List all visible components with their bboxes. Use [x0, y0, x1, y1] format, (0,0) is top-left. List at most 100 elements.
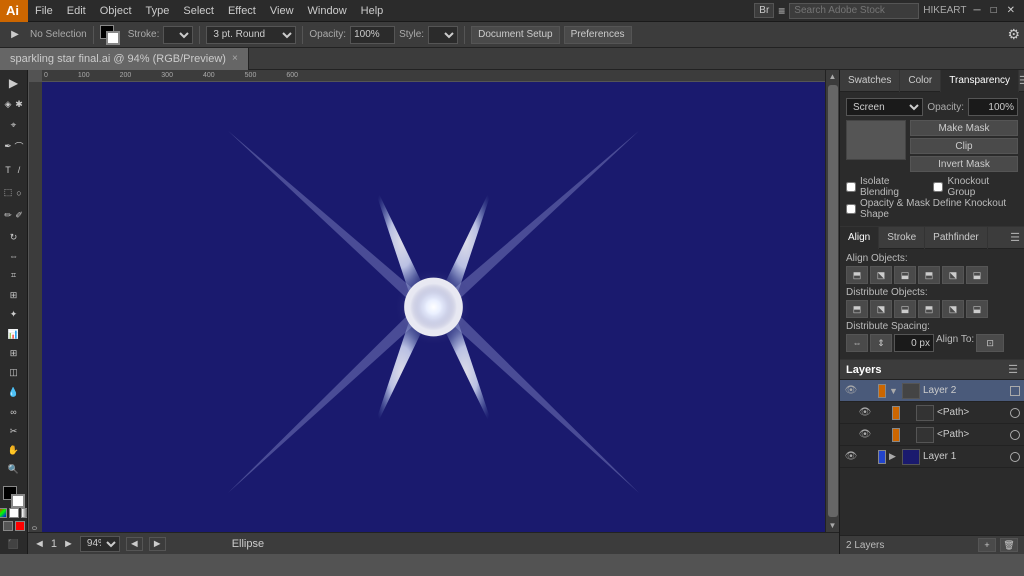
symbol-sprayer[interactable]: ✦ — [3, 305, 25, 323]
opacity-mask-checkbox[interactable] — [846, 204, 856, 214]
invert-mask-button[interactable]: Invert Mask — [910, 156, 1018, 172]
vscroll-thumb[interactable] — [828, 85, 838, 517]
page-right-arrow[interactable]: ► — [63, 538, 74, 550]
menu-select[interactable]: Select — [176, 0, 221, 22]
warp-tool[interactable]: ⌗ — [3, 267, 25, 285]
style-select[interactable] — [428, 26, 458, 44]
bridge-icon[interactable]: Br — [754, 3, 774, 18]
layer-lock-icon[interactable] — [861, 384, 875, 398]
vscroll[interactable]: ▲ ▼ — [825, 70, 839, 532]
lasso-tool[interactable]: ⌖ — [3, 116, 25, 134]
layer-visibility-icon[interactable]: 👁 — [858, 428, 872, 442]
list-item[interactable]: 👁 <Path> — [840, 402, 1024, 424]
paintbrush-tool[interactable]: ✏ — [3, 205, 14, 227]
align-right-button[interactable]: ⬓ — [894, 266, 916, 284]
fill-stroke-widget[interactable] — [100, 25, 124, 45]
layer-lock-icon[interactable] — [875, 406, 889, 420]
delete-layer-button[interactable]: 🗑 — [1000, 538, 1018, 552]
spacing-h-button[interactable]: ⇔ — [846, 334, 868, 352]
swatches-tab[interactable]: Swatches — [840, 70, 900, 92]
knockout-group-checkbox[interactable] — [933, 182, 943, 192]
ellipse-tool[interactable]: ○ — [14, 182, 25, 204]
layer-visibility-icon[interactable]: 👁 — [844, 450, 858, 464]
pathfinder-tab[interactable]: Pathfinder — [925, 227, 988, 249]
distrib-right-button[interactable]: ⬓ — [894, 300, 916, 318]
distrib-left-button[interactable]: ⬒ — [846, 300, 868, 318]
stroke-icon[interactable] — [15, 521, 25, 531]
opacity-input[interactable] — [350, 26, 395, 44]
align-bottom-button[interactable]: ⬓ — [966, 266, 988, 284]
blend-mode-select[interactable]: Screen Normal Multiply Overlay — [846, 98, 923, 116]
selection-tool[interactable]: ▶ — [3, 74, 25, 92]
magic-wand-tool[interactable]: ✱ — [14, 93, 25, 115]
list-item[interactable]: 👁 ▶ Layer 1 — [840, 446, 1024, 468]
zoom-select[interactable]: 94% — [80, 536, 120, 552]
stroke-weight-select[interactable]: 3 pt. Round — [206, 26, 296, 44]
stroke-tab[interactable]: Stroke — [879, 227, 925, 249]
vscroll-down-arrow[interactable]: ▼ — [827, 519, 839, 532]
tab-close-icon[interactable]: × — [232, 53, 238, 64]
scissors-tool[interactable]: ✂ — [3, 422, 25, 440]
layer-lock-icon[interactable] — [875, 428, 889, 442]
color-tab[interactable]: Color — [900, 70, 941, 92]
panel-2-menu-icon[interactable]: ☰ — [1010, 231, 1024, 244]
none-mode-icon[interactable] — [9, 508, 19, 518]
layers-panel-menu-icon[interactable]: ☰ — [1008, 363, 1018, 376]
fill-stroke-tool[interactable] — [3, 486, 25, 504]
menu-file[interactable]: File — [28, 0, 60, 22]
mesh-tool[interactable]: ⊞ — [3, 344, 25, 362]
align-tab[interactable]: Align — [840, 227, 879, 249]
spacing-input[interactable] — [894, 334, 934, 352]
gradient-tool[interactable]: ◫ — [3, 364, 25, 382]
type-tool[interactable]: T — [3, 159, 14, 181]
layer-target-icon[interactable] — [1010, 408, 1020, 418]
curvature-tool[interactable]: ⌒ — [14, 136, 25, 158]
spacing-v-button[interactable]: ⇕ — [870, 334, 892, 352]
layer-visibility-icon[interactable]: 👁 — [858, 406, 872, 420]
blend-tool[interactable]: ∞ — [3, 402, 25, 420]
isolate-blending-checkbox[interactable] — [846, 182, 856, 192]
align-to-select[interactable]: ⊡ — [976, 334, 1004, 352]
document-tab[interactable]: sparkling star final.ai @ 94% (RGB/Previ… — [0, 48, 249, 70]
menu-object[interactable]: Object — [93, 0, 139, 22]
distrib-center-v-button[interactable]: ⬔ — [942, 300, 964, 318]
gradient-mode-icon[interactable] — [21, 508, 29, 518]
window-close[interactable]: ✕ — [1004, 5, 1018, 16]
search-input[interactable] — [789, 3, 919, 19]
distrib-top-button[interactable]: ⬒ — [918, 300, 940, 318]
menu-view[interactable]: View — [263, 0, 301, 22]
pencil-tool[interactable]: ✐ — [14, 205, 25, 227]
layer-target-icon[interactable] — [1010, 452, 1020, 462]
doc-setup-button[interactable]: Document Setup — [471, 26, 560, 44]
hand-tool[interactable]: ✋ — [3, 441, 25, 459]
list-item[interactable]: 👁 <Path> — [840, 424, 1024, 446]
zoom-tool[interactable]: 🔍 — [3, 461, 25, 479]
opacity-panel-input[interactable] — [968, 98, 1018, 116]
window-minimize[interactable]: ─ — [970, 5, 983, 16]
zoom-stepper-left[interactable]: ◄ — [126, 537, 143, 551]
window-maximize[interactable]: □ — [988, 5, 1000, 16]
rotate-tool[interactable]: ↻ — [3, 228, 25, 246]
artboard[interactable] — [42, 82, 825, 532]
pen-tool[interactable]: ✒ — [3, 136, 14, 158]
mirror-tool[interactable]: ⇔ — [3, 247, 25, 265]
align-top-button[interactable]: ⬒ — [918, 266, 940, 284]
page-left-arrow[interactable]: ◄ — [34, 538, 45, 550]
align-center-h-button[interactable]: ⬔ — [870, 266, 892, 284]
column-graph[interactable]: 📊 — [3, 325, 25, 343]
menu-type[interactable]: Type — [139, 0, 177, 22]
layer-target-icon[interactable] — [1010, 430, 1020, 440]
panel-1-menu-icon[interactable]: ☰ — [1019, 74, 1024, 87]
list-item[interactable]: 👁 ▼ Layer 2 — [840, 380, 1024, 402]
layer-target-icon[interactable] — [1010, 386, 1020, 396]
layer-expand-icon[interactable]: ▶ — [889, 451, 899, 462]
selection-tool-icon[interactable]: ▶ — [4, 24, 26, 46]
workspace-icon[interactable]: ≡ — [778, 4, 785, 18]
stroke-color-select[interactable] — [163, 26, 193, 44]
align-left-button[interactable]: ⬒ — [846, 266, 868, 284]
zoom-stepper-right[interactable]: ► — [149, 537, 166, 551]
layer-expand-icon[interactable]: ▼ — [889, 386, 899, 396]
layer-visibility-icon[interactable]: 👁 — [844, 384, 858, 398]
vscroll-up-arrow[interactable]: ▲ — [827, 70, 839, 83]
free-transform[interactable]: ⊞ — [3, 286, 25, 304]
